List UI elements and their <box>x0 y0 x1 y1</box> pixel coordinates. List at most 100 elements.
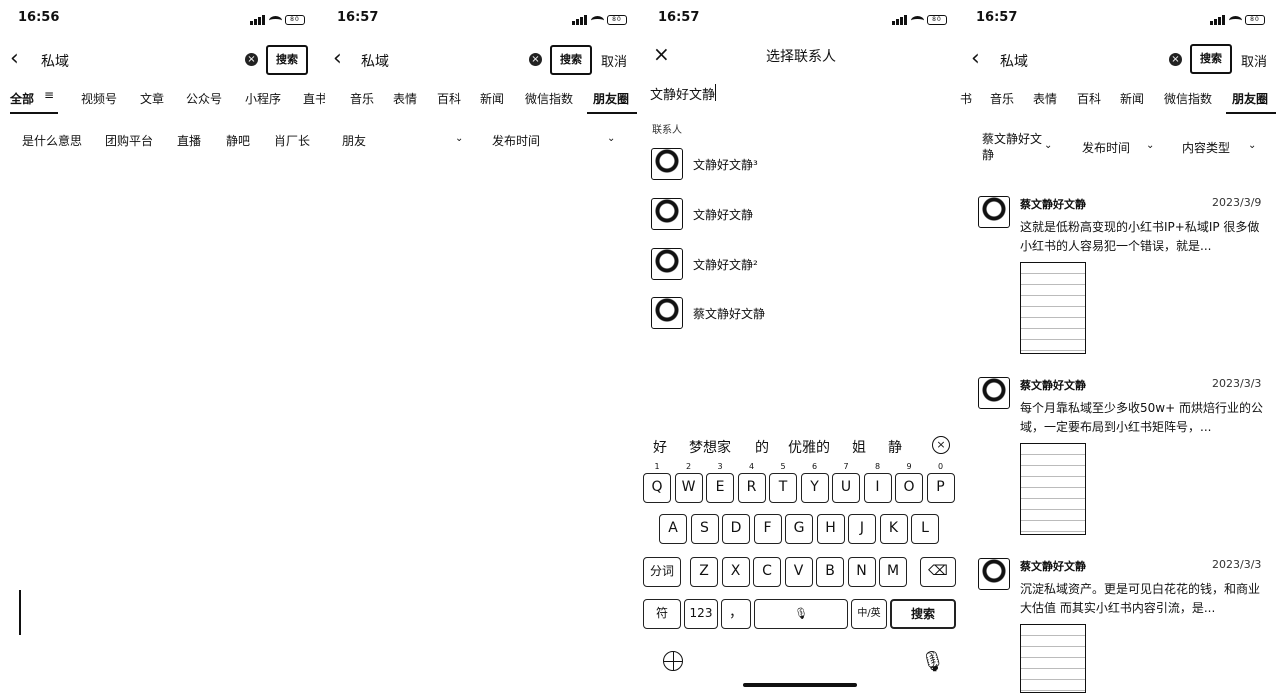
key-p[interactable]: 0P <box>926 462 955 503</box>
filter-content-type[interactable]: 内容类型 <box>1182 139 1230 156</box>
key-label: U <box>840 479 852 495</box>
tab-news[interactable]: 新闻 <box>480 90 504 107</box>
post-image[interactable] <box>1020 262 1086 354</box>
close-icon[interactable]: × <box>653 42 670 66</box>
back-arrow-icon[interactable]: ‹ <box>333 48 342 70</box>
clear-icon[interactable]: × <box>1169 53 1182 66</box>
search-button[interactable]: 搜索 <box>1190 44 1232 74</box>
search-input[interactable]: 私域 <box>361 51 389 71</box>
tab-moments[interactable]: 朋友圈 <box>593 90 629 107</box>
suggestion-chip[interactable]: 是什么意思 <box>22 132 82 149</box>
ime-candidate[interactable]: 的 <box>755 437 769 457</box>
filter-publish-time[interactable]: 发布时间 <box>1082 139 1130 156</box>
suggestion-chip[interactable]: 直播 <box>177 132 201 149</box>
key-u[interactable]: 7U <box>832 462 860 503</box>
ime-candidate[interactable]: 姐 <box>852 437 866 457</box>
key-q[interactable]: 1Q <box>643 462 671 503</box>
close-candidates-icon[interactable]: × <box>932 436 950 454</box>
signal-icon <box>250 12 266 25</box>
suggestion-chip[interactable]: 肖厂长 <box>274 132 310 149</box>
key-w[interactable]: 2W <box>674 462 703 503</box>
moment-post[interactable]: 蔡文静好文静 2023/3/3 每个月靠私域至少多收50w+ 而烘焙行业的公域，… <box>978 377 1278 542</box>
key-y[interactable]: 6Y <box>800 462 829 503</box>
tab-music[interactable]: 音乐 <box>990 90 1014 107</box>
filter-icon[interactable]: ≡ <box>44 88 54 102</box>
back-arrow-icon[interactable]: ‹ <box>10 48 19 70</box>
key-v[interactable]: V <box>784 557 813 587</box>
key-t[interactable]: 5T <box>769 462 797 503</box>
key-z[interactable]: Z <box>690 557 718 587</box>
tab-video[interactable]: 视频号 <box>81 90 117 107</box>
contact-search-input[interactable]: 文静好文静 <box>650 84 715 103</box>
tab-news[interactable]: 新闻 <box>1120 90 1144 107</box>
key-symbols[interactable]: 符 <box>643 599 681 629</box>
globe-icon[interactable] <box>663 651 683 671</box>
key-h[interactable]: H <box>816 514 845 544</box>
moment-post[interactable]: 蔡文静好文静 2023/3/9 这就是低粉高变现的小红书IP+私域IP 很多做小… <box>978 196 1278 361</box>
key-j[interactable]: J <box>848 514 876 544</box>
cancel-button[interactable]: 取消 <box>1241 51 1267 70</box>
key-e[interactable]: 3E <box>706 462 734 503</box>
key-123[interactable]: 123 <box>684 599 718 629</box>
filter-publish-time[interactable]: 发布时间 <box>492 132 540 149</box>
tab-mini-program[interactable]: 小程序 <box>245 90 281 107</box>
key-k[interactable]: K <box>879 514 908 544</box>
ime-candidate[interactable]: 梦想家 <box>689 437 731 457</box>
key-r[interactable]: 4R <box>737 462 766 503</box>
tab-official-account[interactable]: 公众号 <box>186 90 222 107</box>
tab-music[interactable]: 音乐 <box>350 90 374 107</box>
suggestion-chip[interactable]: 团购平台 <box>105 132 153 149</box>
key-label: J <box>859 520 865 536</box>
key-space[interactable]: 🎙 <box>754 599 848 629</box>
ime-candidate[interactable]: 好 <box>653 437 667 457</box>
search-button[interactable]: 搜索 <box>550 45 592 75</box>
tab-moments[interactable]: 朋友圈 <box>1232 90 1268 107</box>
key-c[interactable]: C <box>753 557 781 587</box>
moment-post[interactable]: 蔡文静好文静 2023/3/3 沉淀私域资产。更是可见白花花的钱，和商业大估值 … <box>978 558 1278 693</box>
microphone-icon[interactable]: 🎙 <box>920 649 945 673</box>
key-lang-switch[interactable]: 中/英 <box>851 599 887 629</box>
key-search[interactable]: 搜索 <box>890 599 956 629</box>
key-punctuation[interactable]: ， <box>721 599 751 629</box>
tab-article[interactable]: 文章 <box>140 90 164 107</box>
tab-all[interactable]: 全部 <box>10 90 34 107</box>
key-a[interactable]: A <box>659 514 687 544</box>
clear-icon[interactable]: × <box>245 53 258 66</box>
post-image[interactable] <box>1020 443 1086 535</box>
filter-friends[interactable]: 朋友 <box>342 132 366 149</box>
tab-wechat-index[interactable]: 微信指数 <box>1164 90 1212 107</box>
key-g[interactable]: G <box>785 514 813 544</box>
key-x[interactable]: X <box>721 557 750 587</box>
key-o[interactable]: 9O <box>895 462 923 503</box>
key-label: O <box>903 479 915 495</box>
search-input[interactable]: 私域 <box>41 51 69 71</box>
filter-author[interactable]: 蔡文静好文静 <box>982 131 1046 163</box>
tab-wechat-index[interactable]: 微信指数 <box>525 90 573 107</box>
ime-candidate[interactable]: 优雅的 <box>788 437 830 457</box>
tab-encyclopedia[interactable]: 百科 <box>1077 90 1101 107</box>
ime-candidate[interactable]: 静 <box>888 437 902 457</box>
key-f[interactable]: F <box>753 514 782 544</box>
tab-book[interactable]: 书 <box>960 90 972 107</box>
backspace-icon[interactable]: ⌫ <box>920 557 956 587</box>
cancel-button[interactable]: 取消 <box>601 51 627 70</box>
back-arrow-icon[interactable]: ‹ <box>971 48 980 70</box>
post-image[interactable] <box>1020 624 1086 693</box>
tab-book[interactable]: 直书 <box>303 90 325 107</box>
clear-icon[interactable]: × <box>529 53 542 66</box>
search-input[interactable]: 私域 <box>1000 51 1028 71</box>
key-d[interactable]: D <box>722 514 750 544</box>
key-m[interactable]: M <box>879 557 907 587</box>
key-n[interactable]: N <box>847 557 876 587</box>
search-button[interactable]: 搜索 <box>266 45 308 75</box>
key-l[interactable]: L <box>911 514 939 544</box>
key-s[interactable]: S <box>690 514 719 544</box>
post-date: 2023/3/3 <box>1212 558 1262 571</box>
key-b[interactable]: B <box>816 557 844 587</box>
tab-encyclopedia[interactable]: 百科 <box>437 90 461 107</box>
key-i[interactable]: 8I <box>863 462 892 503</box>
tab-sticker[interactable]: 表情 <box>1033 90 1057 107</box>
key-fenci[interactable]: 分词 <box>643 557 681 587</box>
suggestion-chip[interactable]: 静吧 <box>226 132 250 149</box>
tab-sticker[interactable]: 表情 <box>393 90 417 107</box>
